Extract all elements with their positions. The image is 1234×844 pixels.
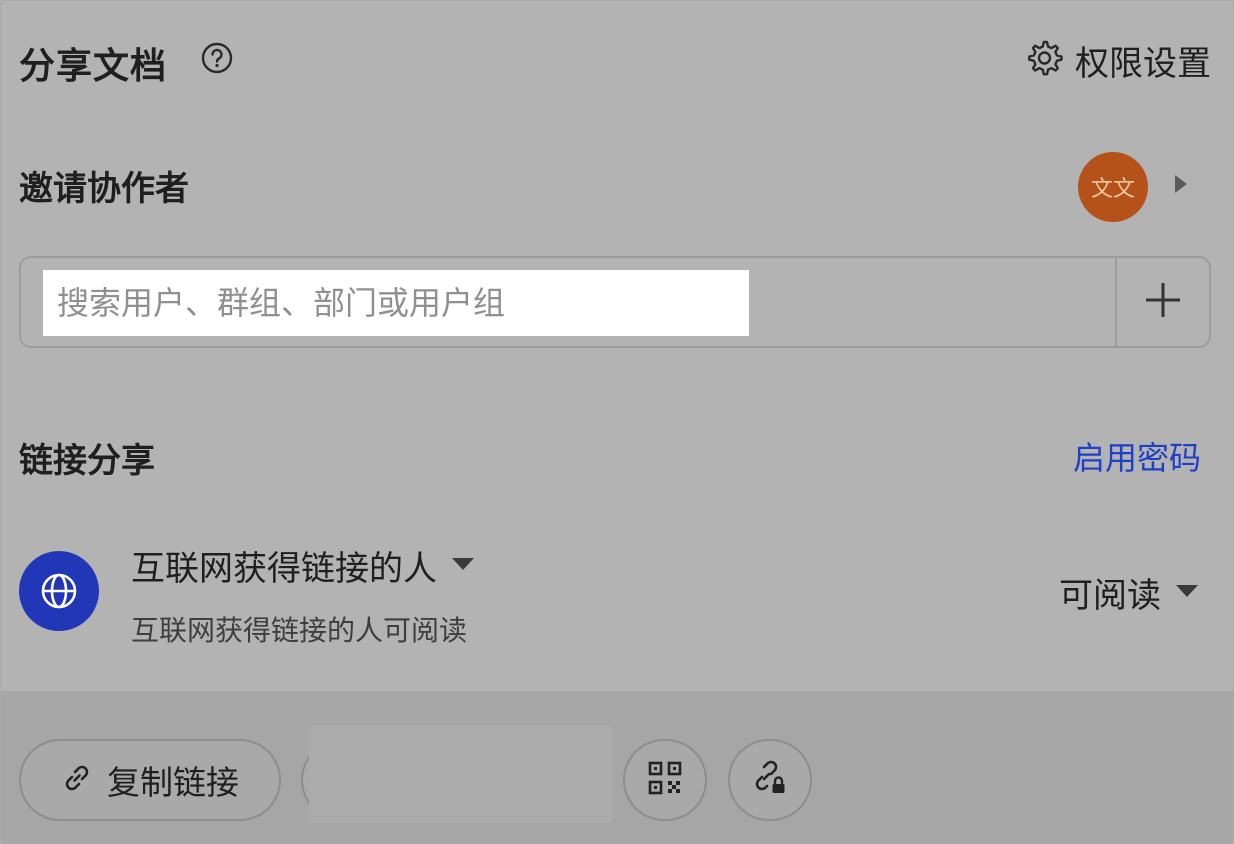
link-lock-icon [752,760,788,800]
share-document-panel: 分享文档 权限设置 邀请协作者 文文 搜索用户、群组、部门或用户组 链接分享 启… [0,0,1234,844]
copy-link-button[interactable]: 复制链接 [19,739,281,821]
redacted-region [309,725,612,823]
add-collaborator-button[interactable] [1117,258,1209,346]
enable-password-link[interactable]: 启用密码 [1073,433,1201,479]
link-scope-description: 互联网获得链接的人可阅读 [131,614,468,647]
link-icon [61,762,93,798]
share-footer: 复制链接 [1,691,1233,843]
avatar-text: 文文 [1090,177,1135,202]
collaborator-search-box [19,256,1211,348]
link-share-title: 链接分享 [19,441,155,481]
caret-down-icon [1175,583,1199,603]
avatar[interactable]: 文文 [1078,152,1148,222]
panel-title: 分享文档 [19,46,168,87]
invite-collaborators-title: 邀请协作者 [19,169,189,209]
link-scope-dropdown[interactable]: 互联网获得链接的人 [131,541,475,590]
link-permission-dropdown[interactable]: 可阅读 [1059,568,1199,617]
link-password-button[interactable] [728,739,812,821]
gear-icon [1025,39,1063,81]
qr-code-icon [647,760,683,800]
caret-right-icon[interactable] [1173,173,1189,195]
link-permission-label: 可阅读 [1059,576,1161,616]
caret-down-icon [451,556,475,576]
copy-link-label: 复制链接 [107,763,239,802]
help-icon[interactable] [201,42,233,74]
link-scope-label: 互联网获得链接的人 [131,549,437,589]
plus-icon [1143,280,1183,324]
permission-settings-label: 权限设置 [1075,43,1211,84]
globe-icon [19,551,99,631]
collaborator-search-input[interactable] [43,270,749,336]
qr-code-button[interactable] [623,739,707,821]
panel-header: 分享文档 权限设置 [19,37,1211,87]
permission-settings-button[interactable]: 权限设置 [1025,37,1211,84]
